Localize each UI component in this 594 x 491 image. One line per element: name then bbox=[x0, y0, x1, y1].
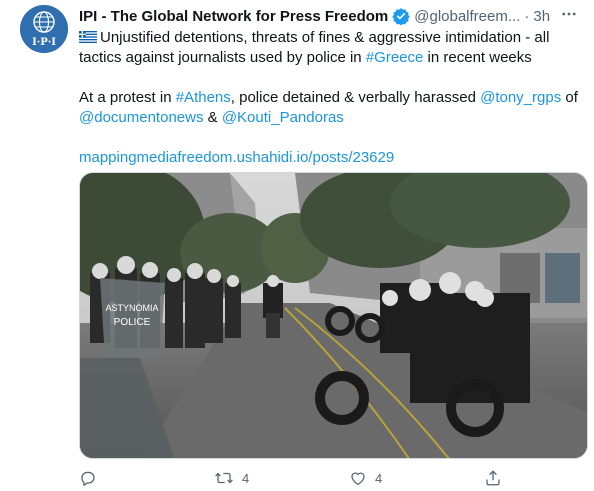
like-icon bbox=[351, 472, 365, 486]
more-options-icon[interactable] bbox=[559, 4, 579, 24]
tweet-paragraph-3: mappingmediafreedom.ushahidi.io/posts/23… bbox=[79, 148, 579, 168]
tweet-text-p2-mid: , police detained & verbally harassed bbox=[230, 89, 481, 106]
hashtag-athens[interactable]: #Athens bbox=[176, 89, 231, 106]
display-name[interactable]: IPI - The Global Network for Press Freed… bbox=[79, 8, 388, 25]
user-handle[interactable]: @globalfreem... bbox=[414, 8, 520, 25]
tweet-header: IPI - The Global Network for Press Freed… bbox=[79, 6, 579, 26]
share-button[interactable] bbox=[484, 469, 502, 487]
timestamp[interactable]: 3h bbox=[533, 8, 550, 25]
tweet-text-p2-and: & bbox=[203, 109, 222, 126]
tweet-text-p2-of: of bbox=[561, 89, 578, 106]
like-count: 4 bbox=[375, 470, 383, 486]
like-button[interactable]: 4 bbox=[349, 469, 484, 487]
mention-kouti-pandoras[interactable]: @Kouti_Pandoras bbox=[222, 109, 344, 126]
tweet-card[interactable]: I·P·I IPI - The Global Network for Press… bbox=[0, 0, 594, 491]
retweet-icon bbox=[215, 472, 233, 484]
tweet-paragraph-2: At a protest in #Athens, police detained… bbox=[79, 88, 579, 128]
external-link[interactable]: mappingmediafreedom.ushahidi.io/posts/23… bbox=[79, 149, 394, 166]
tweet-actions: 4 4 bbox=[79, 468, 579, 488]
protest-photo: ASTYNOMIA POLICE bbox=[80, 173, 587, 458]
verified-badge-icon bbox=[392, 7, 410, 25]
reply-icon bbox=[81, 471, 95, 486]
shield-text-1: ASTYNOMIA bbox=[105, 303, 158, 313]
tweet-text-p2-start: At a protest in bbox=[79, 89, 176, 106]
retweet-button[interactable]: 4 bbox=[214, 469, 349, 487]
share-icon bbox=[486, 470, 500, 486]
reply-button[interactable] bbox=[79, 469, 214, 487]
tweet-text-line-1-tail: in recent weeks bbox=[423, 49, 532, 66]
tweet-media-photo[interactable]: ASTYNOMIA POLICE bbox=[79, 172, 588, 459]
shield-text-2: POLICE bbox=[114, 317, 151, 328]
mention-documentonews[interactable]: @documentonews bbox=[79, 109, 203, 126]
hashtag-greece[interactable]: #Greece bbox=[366, 49, 424, 66]
greece-flag-icon bbox=[79, 31, 97, 43]
mention-tony-rgps[interactable]: @tony_rgps bbox=[480, 89, 561, 106]
retweet-count: 4 bbox=[242, 470, 250, 486]
ipi-logo-icon: I·P·I bbox=[20, 5, 68, 53]
header-separator: · bbox=[524, 7, 530, 25]
svg-text:I·P·I: I·P·I bbox=[32, 37, 56, 48]
avatar[interactable]: I·P·I bbox=[20, 5, 68, 53]
tweet-text: Unjustified detentions, threats of fines… bbox=[79, 28, 579, 188]
tweet-paragraph-1: Unjustified detentions, threats of fines… bbox=[79, 28, 579, 68]
